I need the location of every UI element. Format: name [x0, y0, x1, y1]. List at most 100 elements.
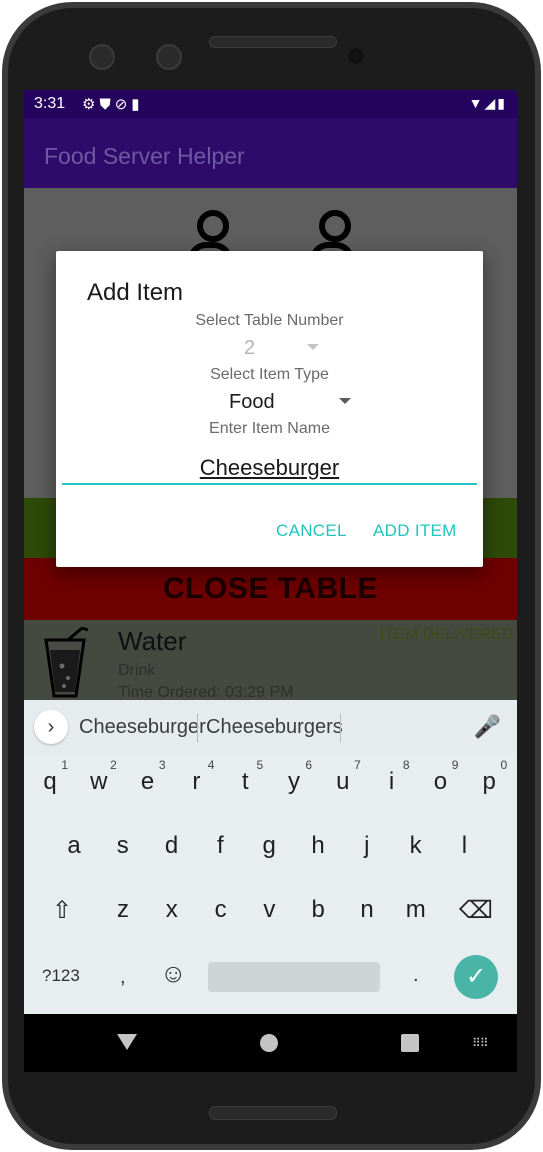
- key-q[interactable]: q1: [28, 754, 72, 806]
- key-label: s: [116, 832, 129, 859]
- key-label: j: [364, 832, 370, 859]
- key-y[interactable]: y6: [272, 754, 316, 806]
- key-s[interactable]: s: [101, 818, 145, 870]
- key-label: y: [288, 768, 300, 795]
- key-g[interactable]: g: [247, 818, 291, 870]
- period-key[interactable]: .: [413, 964, 419, 987]
- cancel-button[interactable]: CANCEL: [276, 521, 347, 541]
- key-label: a: [67, 832, 81, 859]
- sd-card-icon: ▮: [131, 96, 144, 113]
- glass-icon: [44, 626, 88, 698]
- suggestion-divider: [340, 714, 341, 742]
- keyboard-switch-icon[interactable]: ⠿⠿: [472, 1036, 489, 1050]
- key-label: l: [461, 832, 468, 859]
- chevron-down-icon: [339, 398, 351, 404]
- home-icon[interactable]: [260, 1034, 278, 1052]
- key-e[interactable]: e3: [126, 754, 170, 806]
- check-icon: ✓: [465, 963, 487, 990]
- key-label: g: [262, 832, 276, 859]
- key-p[interactable]: p0: [467, 754, 511, 806]
- key-label: k: [409, 832, 422, 859]
- item-name: Water: [118, 626, 187, 656]
- item-status-button[interactable]: ITEM DELIVERED: [380, 626, 513, 644]
- chevron-right-icon: ›: [47, 716, 55, 738]
- shield-icon: ⛊: [99, 96, 115, 113]
- key-label: q: [43, 768, 57, 795]
- item-name-input-value: Cheeseburger: [199, 455, 340, 480]
- shift-icon[interactable]: ⇧: [40, 882, 84, 934]
- bottom-speaker: [209, 1106, 337, 1120]
- key-o[interactable]: o9: [418, 754, 462, 806]
- front-camera-icon: [89, 44, 115, 70]
- key-d[interactable]: d: [150, 818, 194, 870]
- app-title: Food Server Helper: [44, 143, 245, 169]
- key-number-hint: 9: [451, 758, 459, 772]
- key-h[interactable]: h: [296, 818, 340, 870]
- key-u[interactable]: u7: [321, 754, 365, 806]
- space-bar[interactable]: [208, 962, 380, 992]
- key-l[interactable]: l: [442, 818, 486, 870]
- suggestion-item[interactable]: Cheeseburgers: [206, 716, 343, 739]
- key-t[interactable]: t5: [223, 754, 267, 806]
- key-label: b: [311, 896, 325, 923]
- proximity-sensor: [348, 48, 364, 64]
- key-r[interactable]: r4: [174, 754, 218, 806]
- status-time: 3:31: [34, 95, 66, 112]
- key-number-hint: 8: [402, 758, 410, 772]
- symbols-key[interactable]: ?123: [42, 966, 80, 986]
- status-system-icons: ▼◢▮: [469, 95, 507, 112]
- key-number-hint: 6: [305, 758, 312, 772]
- add-item-dialog: Add Item Select Table Number 2 Select It…: [56, 251, 483, 567]
- key-label: t: [241, 768, 249, 795]
- key-z[interactable]: z: [101, 882, 145, 934]
- key-n[interactable]: n: [345, 882, 389, 934]
- item-name-label: Enter Item Name: [209, 420, 330, 437]
- emoji-icon[interactable]: ☺: [160, 958, 187, 989]
- key-label: m: [405, 896, 426, 923]
- key-label: f: [217, 832, 224, 859]
- key-i[interactable]: i8: [370, 754, 414, 806]
- key-label: x: [165, 896, 178, 923]
- app-bar: Food Server Helper: [24, 118, 517, 188]
- battery-icon: ▮: [497, 95, 507, 111]
- key-m[interactable]: m: [394, 882, 438, 934]
- wifi-icon: ▼: [468, 95, 485, 111]
- enter-key[interactable]: ✓: [454, 955, 498, 999]
- key-a[interactable]: a: [52, 818, 96, 870]
- item-type-label: Select Item Type: [210, 366, 329, 383]
- key-v[interactable]: v: [247, 882, 291, 934]
- comma-key[interactable]: ,: [120, 966, 126, 989]
- dialog-title: Add Item: [87, 279, 184, 306]
- key-number-hint: 0: [500, 758, 508, 772]
- key-f[interactable]: f: [198, 818, 242, 870]
- backspace-glyph: ⌫: [459, 897, 493, 924]
- suggestion-divider: [197, 714, 198, 742]
- soft-keyboard: › Cheeseburger Cheeseburgers 🎤 q1w2e3r4t…: [24, 700, 517, 1014]
- mic-icon[interactable]: 🎤: [474, 714, 501, 740]
- add-item-button[interactable]: ADD ITEM: [373, 521, 457, 541]
- earpiece-speaker: [209, 36, 337, 48]
- close-table-label: CLOSE TABLE: [163, 572, 378, 605]
- signal-icon: ◢: [484, 95, 498, 111]
- order-item-row[interactable]: Water Drink Time Ordered: 03:29 PM ITEM …: [24, 620, 517, 701]
- key-w[interactable]: w2: [77, 754, 121, 806]
- key-number-hint: 5: [256, 758, 264, 772]
- key-c[interactable]: c: [199, 882, 243, 934]
- key-x[interactable]: x: [150, 882, 194, 934]
- backspace-icon[interactable]: ⌫: [454, 882, 498, 934]
- back-icon[interactable]: [117, 1034, 137, 1050]
- status-bar: 3:31 ⚙⛊⊘▮ ▼◢▮: [24, 90, 517, 118]
- recents-icon[interactable]: [401, 1034, 419, 1052]
- key-number-hint: 4: [207, 758, 215, 772]
- key-b[interactable]: b: [296, 882, 340, 934]
- item-type-value: Food: [229, 391, 275, 413]
- key-k[interactable]: k: [394, 818, 438, 870]
- key-label: e: [140, 768, 155, 795]
- expand-suggestions-button[interactable]: ›: [34, 710, 68, 744]
- key-label: u: [336, 768, 350, 795]
- suggestion-item[interactable]: Cheeseburger: [79, 716, 206, 739]
- key-j[interactable]: j: [345, 818, 389, 870]
- key-label: h: [311, 832, 325, 859]
- close-table-button[interactable]: CLOSE TABLE: [24, 558, 517, 620]
- table-number-value: 2: [244, 337, 256, 359]
